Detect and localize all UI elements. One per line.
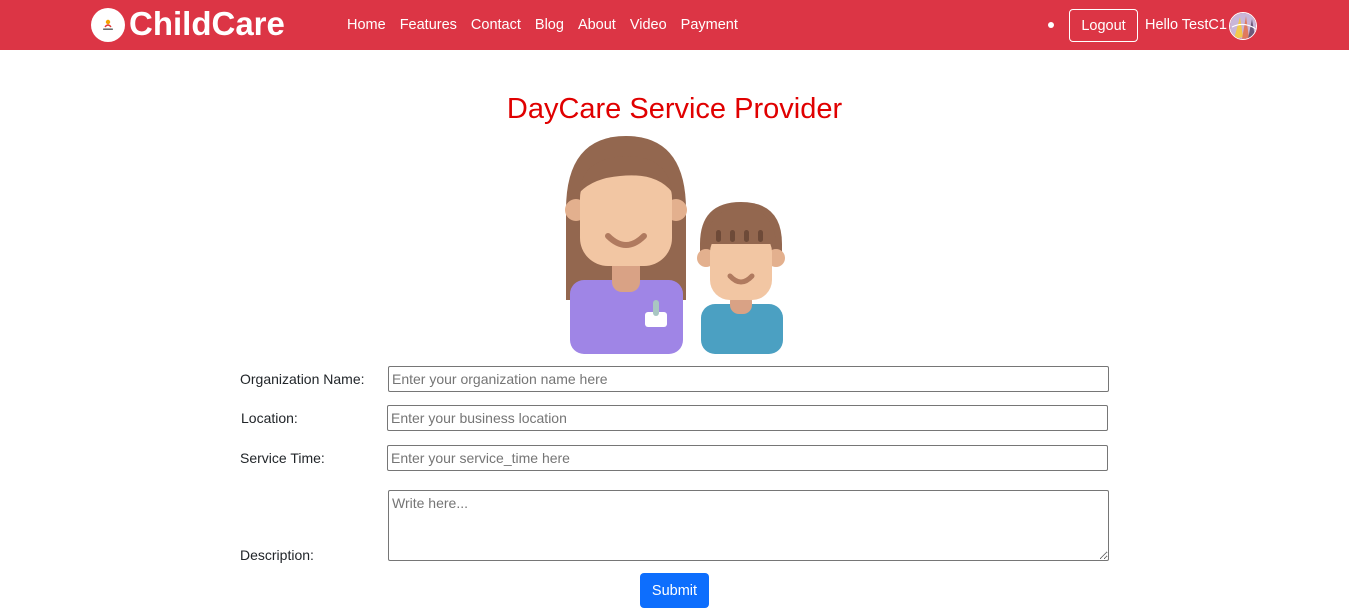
description-textarea[interactable] <box>388 490 1109 561</box>
service-time-input[interactable] <box>387 445 1108 471</box>
nav-link-about[interactable]: About <box>578 17 616 33</box>
nav-link-payment[interactable]: Payment <box>681 17 738 33</box>
nav-bullet-icon <box>1048 22 1054 28</box>
location-label: Location: <box>241 410 298 426</box>
user-greeting: Hello TestC1 <box>1145 17 1227 33</box>
organization-name-label: Organization Name: <box>240 371 365 387</box>
organization-name-input[interactable] <box>388 366 1109 392</box>
nav-links: Home Features Contact Blog About Video P… <box>347 0 752 50</box>
nav-link-contact[interactable]: Contact <box>471 17 521 33</box>
page-title: DayCare Service Provider <box>506 93 843 125</box>
brand-name[interactable]: ChildCare <box>129 4 285 44</box>
navbar: ChildCare Home Features Contact Blog Abo… <box>0 0 1349 50</box>
caregiver-child-illustration-icon <box>560 132 790 356</box>
submit-button[interactable]: Submit <box>640 573 709 608</box>
nav-link-video[interactable]: Video <box>630 17 667 33</box>
location-input[interactable] <box>387 405 1108 431</box>
user-avatar-icon[interactable] <box>1229 12 1257 40</box>
childcare-logo-icon <box>98 15 118 35</box>
service-time-label: Service Time: <box>240 450 325 466</box>
description-label: Description: <box>240 547 314 563</box>
logout-button[interactable]: Logout <box>1069 9 1138 42</box>
nav-link-blog[interactable]: Blog <box>535 17 564 33</box>
brand-logo-icon[interactable] <box>91 8 125 42</box>
nav-link-features[interactable]: Features <box>400 17 457 33</box>
nav-link-home[interactable]: Home <box>347 17 386 33</box>
